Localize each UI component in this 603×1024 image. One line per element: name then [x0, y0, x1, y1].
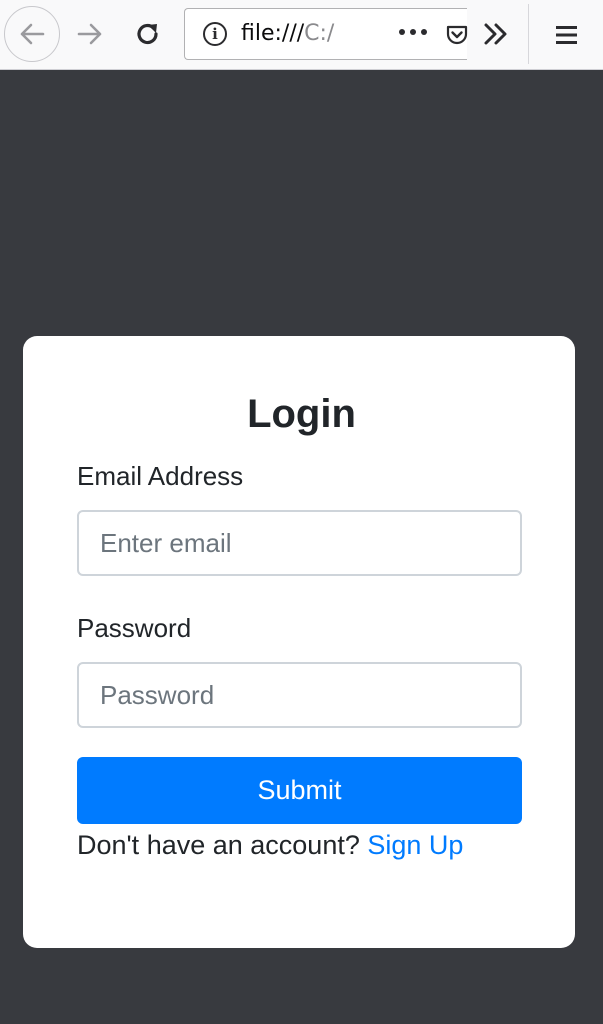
pocket-icon[interactable] — [445, 23, 469, 47]
reload-button[interactable] — [126, 14, 170, 54]
reload-icon — [137, 23, 158, 45]
info-icon[interactable]: i — [203, 22, 227, 46]
arrow-right-icon — [77, 23, 102, 45]
email-field[interactable] — [77, 510, 522, 576]
toolbar-separator — [528, 4, 529, 64]
signup-prompt-text: Don't have an account? — [77, 830, 368, 860]
submit-button[interactable]: Submit — [77, 757, 522, 824]
url-bar[interactable]: i file:///C:/ — [184, 8, 469, 60]
password-label: Password — [77, 613, 192, 643]
back-button[interactable] — [4, 6, 60, 62]
password-field[interactable] — [77, 662, 522, 728]
forward-button[interactable] — [70, 14, 110, 54]
chevron-double-right-icon[interactable] — [479, 16, 513, 52]
url-suffix: C:/ — [304, 21, 335, 46]
more-dots-icon[interactable] — [397, 19, 431, 45]
signup-link[interactable]: Sign Up — [367, 830, 463, 860]
url-prefix: file:/// — [241, 21, 305, 46]
email-label: Email Address — [77, 461, 244, 491]
login-title: Login — [247, 392, 356, 436]
url-text[interactable]: file:///C:/ — [241, 21, 334, 46]
signup-prompt: Don't have an account? Sign Up — [77, 830, 463, 861]
arrow-left-icon — [20, 23, 45, 45]
hamburger-menu-icon[interactable] — [548, 18, 586, 52]
browser-toolbar: i file:///C:/ — [0, 0, 603, 70]
